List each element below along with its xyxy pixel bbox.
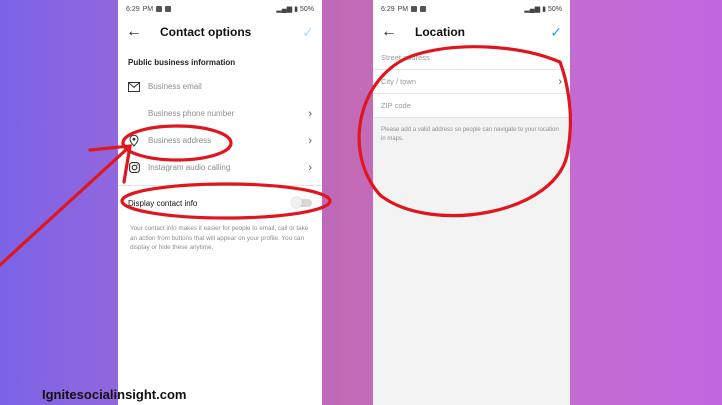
city-town-field[interactable]: City / town ›: [373, 70, 570, 94]
street-address-placeholder: Street address: [381, 53, 430, 62]
business-phone-row[interactable]: Business phone number ›: [118, 100, 322, 127]
annotation-arrow-line: [0, 146, 130, 267]
linkedin-icon: [156, 6, 163, 12]
battery-level: 50%: [299, 5, 314, 13]
city-town-placeholder: City / town: [381, 77, 417, 86]
zip-code-field[interactable]: ZIP code: [373, 94, 570, 118]
phone-icon: [128, 108, 140, 120]
gmail-icon: [420, 6, 427, 12]
gmail-icon: [165, 6, 172, 12]
display-contact-info-toggle[interactable]: [291, 197, 312, 208]
status-ampm: PM: [142, 5, 154, 13]
back-arrow-icon[interactable]: ←: [381, 23, 405, 41]
status-bar: 6:29 PM ▂▄▆ ▮ 50%: [118, 0, 322, 18]
business-phone-label: Business phone number: [148, 109, 235, 118]
display-contact-info-label: Display contact info: [128, 198, 198, 208]
signal-icon: ▂▄▆: [276, 6, 293, 13]
business-email-label: Business email: [148, 82, 202, 91]
battery-level: 50%: [547, 5, 562, 13]
app-bar: ← Contact options ✓: [118, 18, 322, 46]
battery-icon: ▮: [294, 6, 298, 13]
street-address-field[interactable]: Street address: [373, 46, 570, 70]
page-title: Location: [415, 25, 465, 39]
annotation-overlay: [0, 45, 572, 267]
status-time: 6:29: [126, 5, 140, 13]
location-help-text: Please add a valid address so people can…: [381, 127, 559, 142]
location-screen: 6:29 PM ▂▄▆ ▮ 50% ← Location ✓ Street ad…: [373, 0, 570, 405]
status-bar: 6:29 PM ▂▄▆ ▮ 50%: [373, 0, 570, 18]
check-icon[interactable]: ✓: [550, 24, 562, 41]
divider: [118, 185, 322, 186]
status-time: 6:29: [381, 5, 395, 13]
business-address-row[interactable]: Business address ›: [118, 127, 322, 154]
contact-info-help-text: Your contact info makes it easier for pe…: [130, 225, 309, 251]
instagram-icon: [128, 162, 140, 174]
battery-icon: ▮: [542, 6, 546, 13]
business-address-label: Business address: [148, 136, 212, 145]
status-ampm: PM: [397, 5, 409, 13]
instagram-audio-calling-row[interactable]: Instagram audio calling ›: [118, 154, 322, 181]
business-email-row[interactable]: Business email: [118, 73, 322, 100]
instagram-audio-calling-label: Instagram audio calling: [148, 163, 231, 172]
signal-icon: ▂▄▆: [524, 6, 541, 13]
chevron-right-icon: ›: [308, 134, 312, 147]
chevron-right-icon: ›: [308, 161, 312, 174]
location-pin-icon: [128, 134, 140, 147]
zip-code-placeholder: ZIP code: [381, 101, 411, 110]
chevron-right-icon: ›: [308, 107, 312, 120]
contact-options-screen: 6:29 PM ▂▄▆ ▮ 50% ← Contact options ✓ Pu…: [118, 0, 322, 405]
display-contact-info-row: Display contact info: [118, 190, 322, 216]
back-arrow-icon[interactable]: ←: [126, 23, 150, 41]
watermark: Ignitesocialinsight.com: [42, 387, 187, 402]
check-icon[interactable]: ✓: [302, 24, 314, 41]
page-title: Contact options: [160, 25, 252, 39]
chevron-right-icon: ›: [558, 75, 562, 88]
email-icon: [128, 81, 140, 93]
linkedin-icon: [411, 6, 418, 12]
app-bar: ← Location ✓: [373, 18, 570, 46]
section-label: Public business information: [128, 58, 236, 67]
